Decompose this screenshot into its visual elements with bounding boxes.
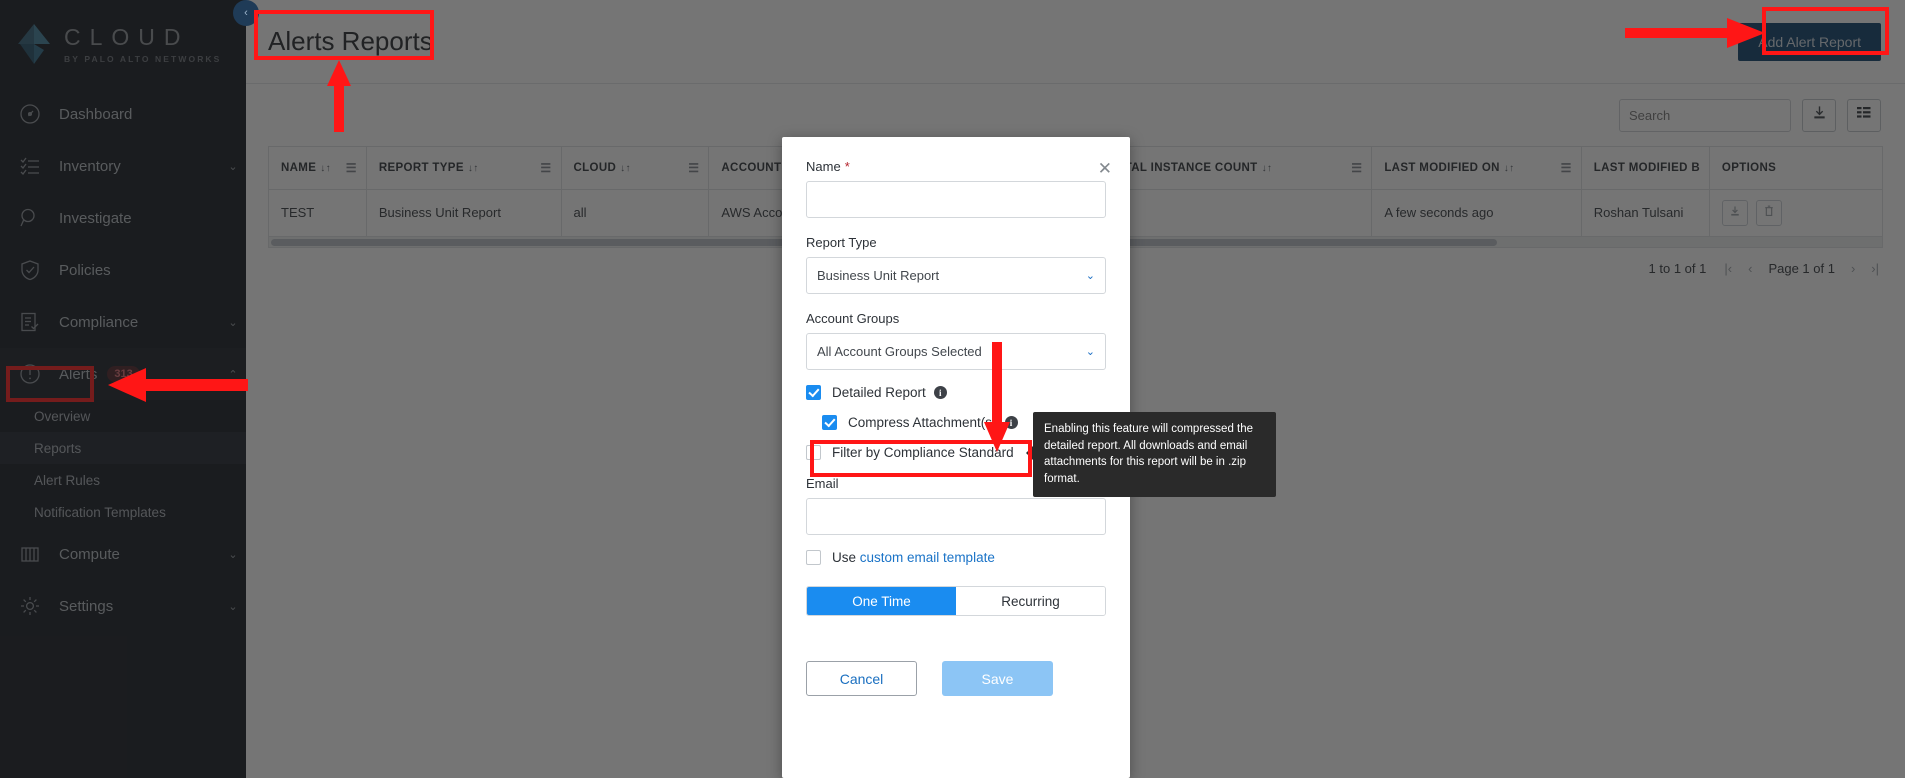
name-input[interactable] xyxy=(806,181,1106,218)
custom-email-template-link[interactable]: custom email template xyxy=(860,550,995,565)
compress-attachments-checkbox[interactable] xyxy=(822,415,837,430)
account-groups-select[interactable]: All Account Groups Selected ⌄ xyxy=(806,333,1106,370)
report-type-value: Business Unit Report xyxy=(817,268,940,283)
chevron-down-icon: ⌄ xyxy=(1085,270,1095,282)
chevron-left-icon: ‹ xyxy=(244,7,248,19)
dialog-actions: Cancel Save xyxy=(806,661,1106,696)
name-label-text: Name xyxy=(806,159,841,174)
required-asterisk: * xyxy=(844,159,850,174)
name-field-label: Name * xyxy=(806,159,1106,174)
app-root: CLOUD BY PALO ALTO NETWORKS Dashboard In… xyxy=(0,0,1905,778)
report-type-select[interactable]: Business Unit Report ⌄ xyxy=(806,257,1106,294)
close-icon[interactable]: ✕ xyxy=(1098,160,1112,177)
info-icon[interactable]: i xyxy=(1004,416,1018,429)
tab-recurring[interactable]: Recurring xyxy=(956,587,1105,615)
save-button[interactable]: Save xyxy=(942,661,1053,696)
compress-attachments-label: Compress Attachment(s) xyxy=(848,415,997,430)
schedule-toggle-group: One Time Recurring xyxy=(806,586,1106,616)
chevron-down-icon: ⌄ xyxy=(1085,346,1095,358)
filter-compliance-label: Filter by Compliance Standard xyxy=(832,445,1014,460)
filter-compliance-checkbox[interactable] xyxy=(806,445,821,460)
detailed-report-row[interactable]: Detailed Report i xyxy=(806,385,1106,400)
use-custom-email-template-checkbox[interactable] xyxy=(806,550,821,565)
use-custom-email-template-row[interactable]: Use custom email template xyxy=(806,550,1106,565)
account-groups-value: All Account Groups Selected xyxy=(817,344,982,359)
account-groups-label: Account Groups xyxy=(806,311,900,326)
email-input[interactable] xyxy=(806,498,1106,535)
use-template-prefix: Use xyxy=(832,550,857,565)
report-type-label: Report Type xyxy=(806,235,877,250)
detailed-report-checkbox[interactable] xyxy=(806,385,821,400)
sidebar-collapse-toggle[interactable]: ‹ xyxy=(233,0,259,26)
tab-one-time[interactable]: One Time xyxy=(807,587,956,615)
info-icon[interactable]: i xyxy=(933,386,947,399)
cancel-button[interactable]: Cancel xyxy=(806,661,917,696)
compress-attachments-tooltip: Enabling this feature will compressed th… xyxy=(1026,412,1276,497)
detailed-report-label: Detailed Report xyxy=(832,385,926,400)
